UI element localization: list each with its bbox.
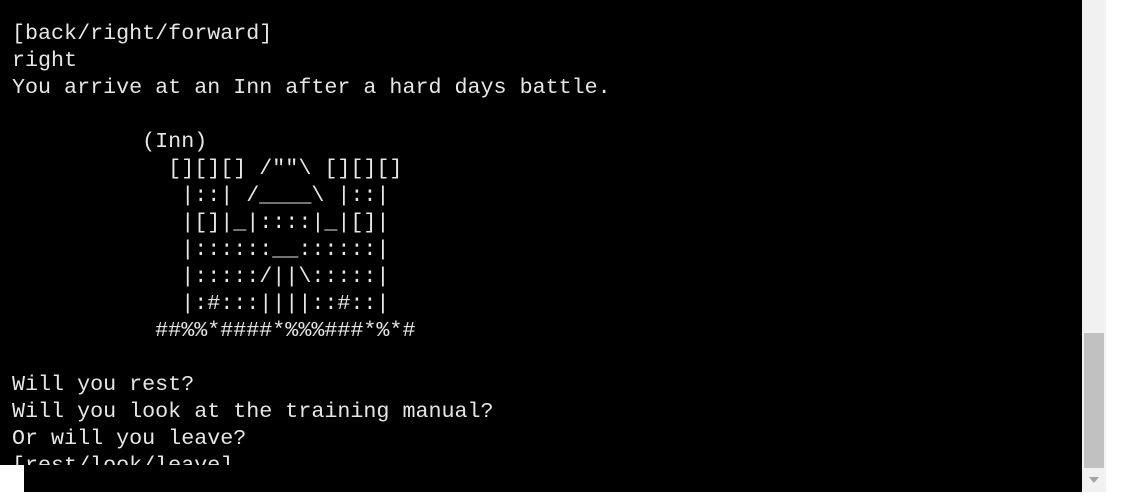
terminal-prompt-line: [rest/look/leave] bbox=[12, 452, 611, 465]
vertical-scrollbar[interactable] bbox=[1082, 0, 1106, 492]
ascii-art-line: |:::::/||\:::::| bbox=[12, 264, 390, 289]
terminal-line: right bbox=[12, 48, 78, 73]
terminal-output: [back/right/forward] right You arrive at… bbox=[12, 0, 611, 465]
terminal-line: Will you look at the training manual? bbox=[12, 399, 494, 424]
ascii-art-line: |[]|_|::::|_|[]| bbox=[12, 210, 390, 235]
ascii-art-line: ##%%*####*%%%###*%*# bbox=[12, 318, 416, 343]
ascii-art-line: |:#:::||||::#::| bbox=[12, 291, 390, 316]
terminal-line: [back/right/forward] bbox=[12, 21, 273, 46]
terminal-line: You arrive at an Inn after a hard days b… bbox=[12, 75, 611, 100]
terminal-bottom-edge bbox=[24, 465, 1082, 492]
scrollbar-thumb[interactable] bbox=[1084, 333, 1104, 468]
terminal-line: Will you rest? bbox=[12, 372, 195, 397]
scroll-down-arrow-icon[interactable] bbox=[1089, 477, 1099, 483]
terminal-line: Or will you leave? bbox=[12, 426, 247, 451]
ascii-art-line: |::::::__::::::| bbox=[12, 237, 390, 262]
terminal-window[interactable]: [back/right/forward] right You arrive at… bbox=[0, 0, 1082, 465]
ascii-art-line: (Inn) bbox=[12, 129, 208, 154]
ascii-art-line: |::| /____\ |::| bbox=[12, 183, 390, 208]
ascii-art-line: [][][] /""\ [][][] bbox=[12, 156, 403, 181]
